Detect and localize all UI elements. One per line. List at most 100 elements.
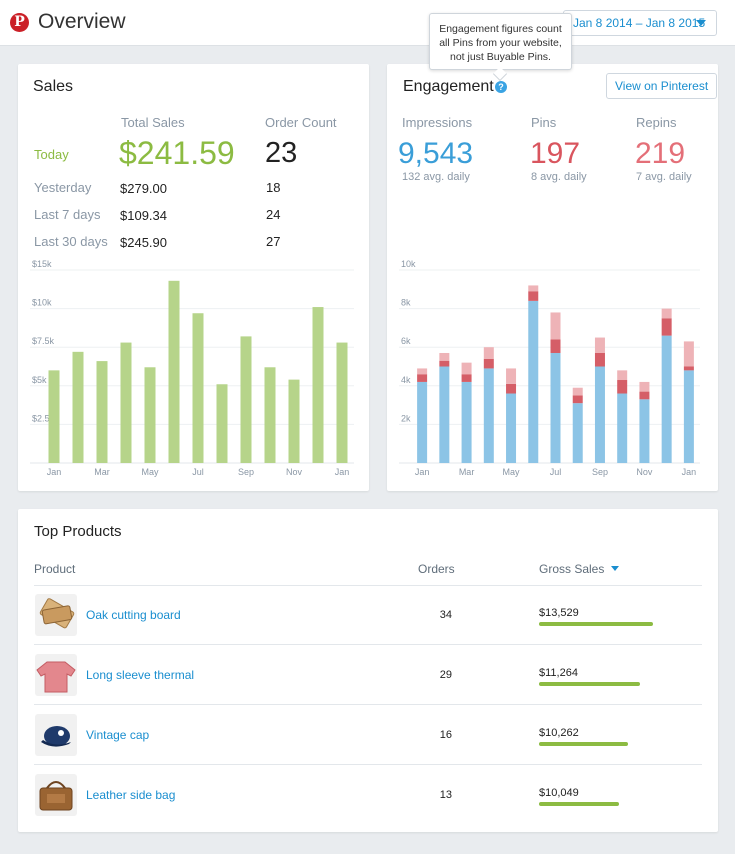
yesterday-count: 18 bbox=[266, 180, 281, 195]
engagement-title: Engagement bbox=[403, 78, 494, 95]
total-sales-header: Total Sales bbox=[121, 115, 185, 130]
product-row: Long sleeve thermal 29 $11,264 bbox=[18, 645, 718, 705]
bar bbox=[96, 361, 108, 463]
bar-segment bbox=[550, 312, 561, 340]
bar-segment bbox=[661, 308, 672, 319]
pinterest-logo-icon[interactable]: P bbox=[10, 13, 29, 32]
pins-value: 197 bbox=[530, 137, 581, 170]
bar bbox=[48, 370, 60, 463]
view-on-pinterest-button[interactable]: View on Pinterest bbox=[606, 73, 718, 99]
orders-column-header[interactable]: Orders bbox=[418, 562, 455, 576]
shirt-icon[interactable] bbox=[35, 654, 77, 696]
product-gross-sales: $10,049 bbox=[539, 787, 579, 799]
date-range-picker[interactable]: Jan 8 2014 – Jan 8 2015 bbox=[563, 10, 717, 36]
bar-segment bbox=[506, 368, 517, 384]
pins-header: Pins bbox=[531, 115, 557, 130]
product-row: Vintage cap 16 $10,262 bbox=[18, 705, 718, 765]
y-tick-label: $5k bbox=[32, 375, 47, 385]
bar bbox=[192, 313, 204, 463]
bar-segment bbox=[483, 358, 494, 369]
top-products-title: Top Products bbox=[34, 523, 122, 540]
sales-bar-chart: $2.5k$5k$7.5k$10k$15kJan Mar May Jul Sep Nov J… bbox=[30, 259, 354, 477]
x-tick-label: Jan bbox=[335, 467, 350, 477]
engagement-tooltip: Engagement figures count all Pins from y… bbox=[429, 13, 572, 70]
date-range-label: Jan 8 2014 – Jan 8 2015 bbox=[573, 16, 706, 30]
bar-segment bbox=[683, 370, 694, 463]
today-total-sales: $241.59 bbox=[119, 135, 235, 171]
gross-sales-bar bbox=[539, 682, 640, 686]
product-column-header[interactable]: Product bbox=[34, 562, 75, 576]
product-name-link[interactable]: Oak cutting board bbox=[86, 608, 181, 622]
today-label: Today bbox=[34, 147, 69, 162]
sales-title: Sales bbox=[33, 78, 74, 95]
bar-segment bbox=[550, 352, 561, 463]
bar bbox=[336, 342, 348, 463]
x-tick-label: Jan bbox=[682, 467, 697, 477]
gross-sales-bar bbox=[539, 742, 628, 746]
y-tick-label: $7.5k bbox=[32, 336, 55, 346]
x-tick-label: Mar bbox=[459, 467, 475, 477]
bar-segment bbox=[528, 291, 539, 301]
last-7-days-label: Last 7 days bbox=[34, 207, 101, 222]
product-gross-sales: $10,262 bbox=[539, 727, 579, 739]
last-30-days-label: Last 30 days bbox=[34, 234, 108, 249]
bar bbox=[168, 280, 180, 463]
x-tick-label: Nov bbox=[636, 467, 653, 477]
product-name-link[interactable]: Leather side bag bbox=[86, 788, 175, 802]
gross-sales-bar bbox=[539, 802, 619, 806]
impressions-avg: 132 avg. daily bbox=[402, 171, 470, 183]
bar-segment bbox=[594, 352, 605, 367]
bar-segment bbox=[617, 393, 628, 463]
cutting-board-icon[interactable] bbox=[35, 594, 77, 636]
tooltip-line: Engagement figures count bbox=[439, 23, 562, 35]
bar-segment bbox=[639, 399, 650, 463]
bar-segment bbox=[683, 366, 694, 371]
bar-segment bbox=[683, 341, 694, 367]
bar-segment bbox=[528, 285, 539, 292]
yesterday-total: $279.00 bbox=[120, 181, 167, 196]
bar bbox=[144, 367, 156, 463]
bar-segment bbox=[506, 383, 517, 394]
bar bbox=[72, 351, 84, 463]
bar-segment bbox=[617, 370, 628, 381]
y-tick-label: 2k bbox=[401, 413, 411, 423]
bar-segment bbox=[417, 368, 428, 375]
bar bbox=[312, 307, 324, 463]
x-tick-label: Mar bbox=[94, 467, 110, 477]
y-tick-label: 8k bbox=[401, 298, 411, 308]
gross-sales-label: Gross Sales bbox=[539, 562, 605, 576]
bar-segment bbox=[506, 393, 517, 463]
x-tick-label: Nov bbox=[286, 467, 303, 477]
top-bar: P Overview Jan 8 2014 – Jan 8 2015 bbox=[0, 0, 735, 46]
last-7-days-total: $109.34 bbox=[120, 208, 167, 223]
tooltip-line: not just Buyable Pins. bbox=[450, 51, 551, 63]
bar-segment bbox=[661, 335, 672, 463]
bar bbox=[240, 336, 252, 463]
repins-value: 219 bbox=[635, 137, 686, 170]
bar bbox=[120, 342, 132, 463]
y-tick-label: 10k bbox=[401, 259, 416, 269]
last-7-days-count: 24 bbox=[266, 207, 281, 222]
x-tick-label: Sep bbox=[238, 467, 254, 477]
help-icon[interactable]: ? bbox=[495, 81, 507, 93]
product-name-link[interactable]: Long sleeve thermal bbox=[86, 668, 194, 682]
x-tick-label: May bbox=[141, 467, 159, 477]
bar-segment bbox=[528, 300, 539, 463]
impressions-header: Impressions bbox=[402, 115, 473, 130]
bag-icon[interactable] bbox=[35, 774, 77, 816]
engagement-stacked-bar-chart: 2k 4k 6k 8k 10k Jan Mar May Jul Sep Nov Jan bbox=[399, 259, 700, 477]
bar-segment bbox=[572, 403, 583, 463]
top-products-card: Top Products Product Orders Gross Sales … bbox=[18, 509, 718, 832]
y-tick-label: $15k bbox=[32, 259, 52, 269]
bar bbox=[288, 379, 300, 463]
repins-avg: 7 avg. daily bbox=[636, 171, 692, 183]
product-orders: 13 bbox=[439, 789, 452, 801]
y-tick-label: 6k bbox=[401, 336, 411, 346]
bar-segment bbox=[594, 366, 605, 463]
product-name-link[interactable]: Vintage cap bbox=[86, 728, 149, 742]
sort-desc-icon bbox=[610, 566, 619, 571]
cap-icon[interactable] bbox=[35, 714, 77, 756]
bar-segment bbox=[439, 366, 450, 463]
gross-sales-column-header[interactable]: Gross Sales bbox=[539, 562, 619, 576]
bar bbox=[264, 367, 276, 463]
